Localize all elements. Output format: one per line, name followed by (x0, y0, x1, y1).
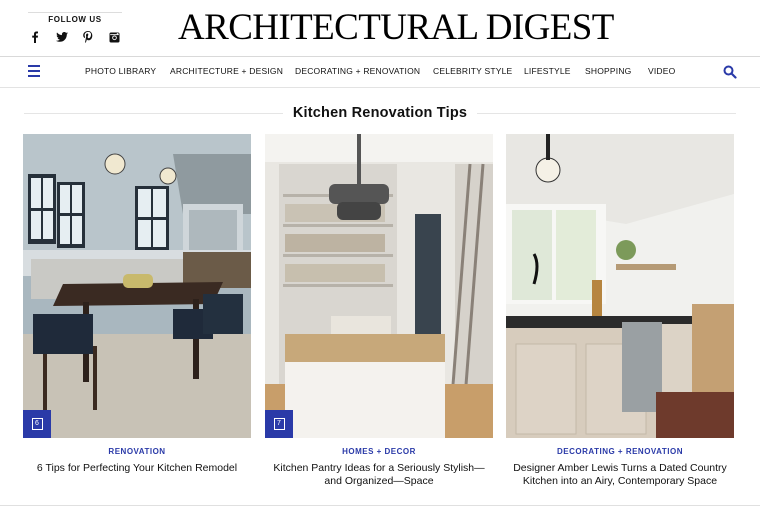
article-rubric[interactable]: DECORATING + RENOVATION (506, 447, 734, 456)
instagram-icon[interactable] (108, 30, 122, 44)
article-card[interactable]: 7 HOMES + DECOR Kitchen Pantry Ideas for… (265, 134, 493, 488)
gallery-count: 6 (31, 418, 43, 430)
article-headline[interactable]: 6 Tips for Perfecting Your Kitchen Remod… (23, 462, 251, 475)
pinterest-icon[interactable] (81, 30, 95, 44)
article-image[interactable]: 6 (23, 134, 251, 438)
hamburger-menu-icon[interactable] (28, 65, 40, 77)
nav-item-decorating-renovation[interactable]: DECORATING + RENOVATION (295, 66, 420, 76)
facebook-icon[interactable] (28, 30, 42, 44)
nav-item-architecture-design[interactable]: ARCHITECTURE + DESIGN (170, 66, 283, 76)
follow-us-label: FOLLOW US (28, 12, 122, 24)
nav-item-video[interactable]: VIDEO (648, 66, 675, 76)
article-headline[interactable]: Designer Amber Lewis Turns a Dated Count… (506, 462, 734, 488)
article-card[interactable]: 6 RENOVATION 6 Tips for Perfecting Your … (23, 134, 251, 475)
gallery-count-badge[interactable]: 6 (23, 410, 51, 438)
follow-us: FOLLOW US (28, 12, 122, 44)
article-rubric[interactable]: RENOVATION (23, 447, 251, 456)
section-title: Kitchen Renovation Tips (282, 105, 478, 121)
twitter-icon[interactable] (55, 30, 69, 44)
nav-item-celebrity-style[interactable]: CELEBRITY STYLE (433, 66, 512, 76)
article-card[interactable]: DECORATING + RENOVATION Designer Amber L… (506, 134, 734, 488)
site-header: FOLLOW US ARCHITECTURAL DIGEST (0, 0, 760, 57)
search-icon[interactable] (723, 65, 737, 79)
article-image[interactable] (506, 134, 734, 438)
nav-item-shopping[interactable]: SHOPPING (585, 66, 631, 76)
main-nav: PHOTO LIBRARY ARCHITECTURE + DESIGN DECO… (0, 57, 760, 88)
social-links (28, 30, 122, 44)
gallery-count: 7 (273, 418, 285, 430)
nav-item-lifestyle[interactable]: LIFESTYLE (524, 66, 571, 76)
article-image[interactable]: 7 (265, 134, 493, 438)
article-headline[interactable]: Kitchen Pantry Ideas for a Seriously Sty… (265, 462, 493, 488)
nav-item-photo-library[interactable]: PHOTO LIBRARY (85, 66, 156, 76)
article-rubric[interactable]: HOMES + DECOR (265, 447, 493, 456)
site-logo[interactable]: ARCHITECTURAL DIGEST (178, 8, 614, 48)
footer-divider (0, 505, 760, 506)
gallery-count-badge[interactable]: 7 (265, 410, 293, 438)
